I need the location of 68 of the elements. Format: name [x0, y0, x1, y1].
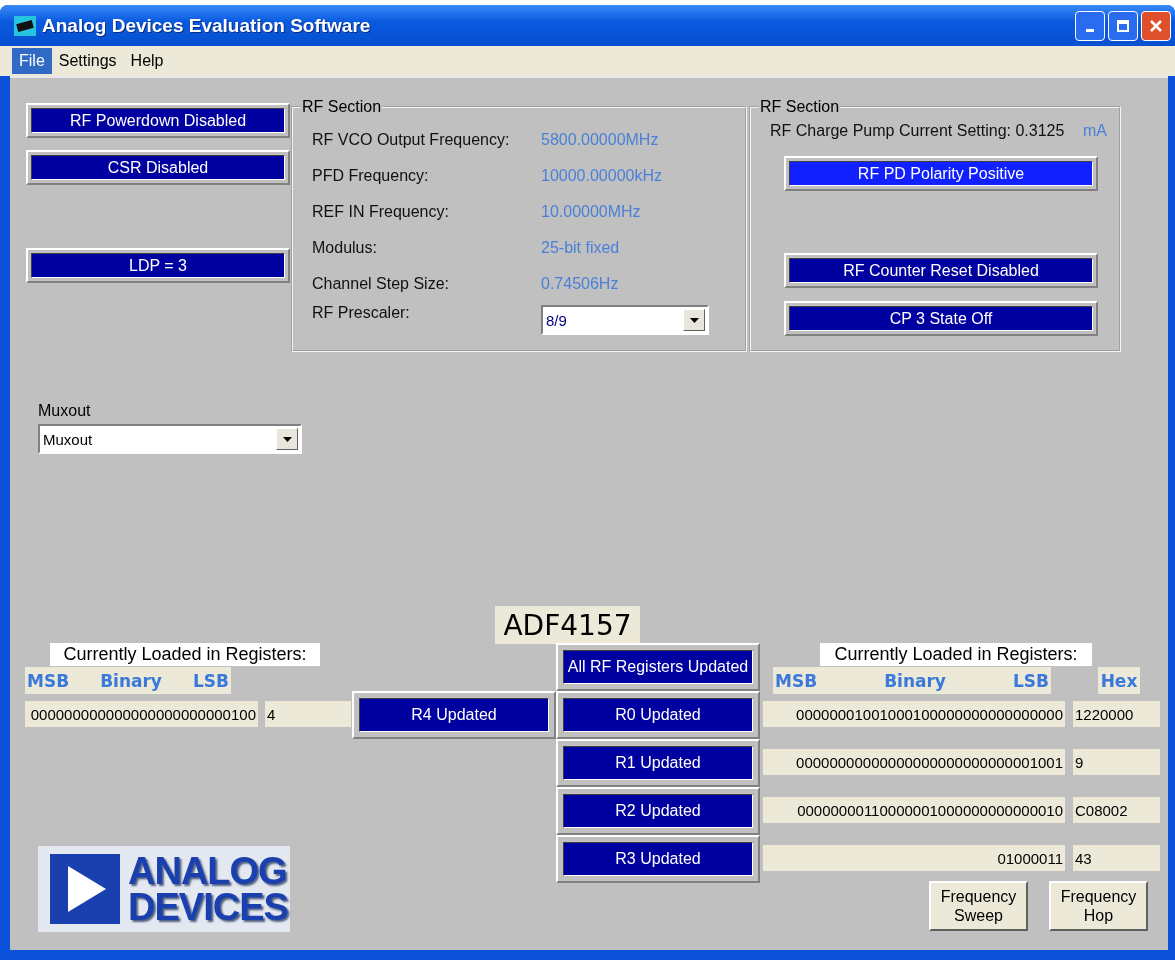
register-button[interactable]: R4 Updated	[352, 691, 556, 739]
field-value: 10.00000MHz	[541, 203, 642, 221]
register-button[interactable]: R2 Updated	[556, 787, 760, 835]
column-header: LSB	[192, 670, 229, 691]
group-title: RF Section	[759, 98, 841, 116]
action-button[interactable]: Frequency Sweep	[929, 881, 1028, 931]
binary-value: 00000001001000100000000000000000	[763, 701, 1065, 727]
maximize-button[interactable]	[1108, 10, 1138, 41]
muxout-dropdown[interactable]: Muxout	[38, 424, 302, 454]
hex-value: 4	[265, 701, 351, 727]
window-title: Analog Devices Evaluation Software	[42, 14, 372, 37]
dropdown-arrow-icon	[689, 317, 699, 323]
field-value: 10000.00000kHz	[541, 167, 663, 185]
field-label: RF Prescaler:	[312, 303, 411, 322]
device-name: ADF4157	[495, 606, 640, 644]
close-button[interactable]	[1141, 10, 1171, 41]
chip-icon	[14, 15, 36, 36]
toggle-button[interactable]: LDP = 3	[26, 248, 290, 283]
column-header: LSB	[1012, 670, 1049, 691]
field-label: Channel Step Size:	[312, 275, 450, 293]
section-title: Currently Loaded in Registers:	[50, 643, 320, 666]
minimize-button[interactable]	[1075, 10, 1105, 41]
field-label: RF VCO Output Frequency:	[312, 131, 511, 149]
column-header: MSB	[27, 670, 70, 691]
field-label: Modulus:	[312, 239, 378, 257]
dropdown-arrow-icon	[282, 436, 292, 442]
hex-value: 1220000	[1073, 701, 1160, 727]
prescaler-dropdown[interactable]: 8/9	[541, 305, 709, 335]
field-value: 0.74506Hz	[541, 275, 620, 293]
column-header: Hex	[1098, 667, 1140, 694]
toggle-button[interactable]: RF PD Polarity Positive	[784, 156, 1098, 191]
toggle-button[interactable]: RF Powerdown Disabled	[26, 103, 290, 138]
hex-value: C08002	[1073, 797, 1160, 823]
binary-value: 000000000000000000000000100	[25, 701, 258, 727]
field-value: 25-bit fixed	[541, 239, 621, 257]
group-title: RF Section	[301, 98, 383, 116]
menu-item[interactable]: Help	[123, 48, 171, 74]
hex-value: 9	[1073, 749, 1160, 775]
logo-text: ANALOG	[128, 852, 288, 889]
register-button[interactable]: All RF Registers Updated	[556, 643, 760, 691]
unit-label: mA	[1083, 122, 1107, 140]
maximize-icon	[1116, 18, 1130, 33]
menu-item[interactable]: File	[12, 48, 52, 74]
toggle-button[interactable]: CSR Disabled	[26, 150, 290, 185]
field-label: Muxout	[38, 402, 92, 420]
minimize-icon	[1086, 29, 1094, 32]
toggle-button[interactable]: CP 3 State Off	[784, 301, 1098, 336]
logo-text: DEVICES	[128, 889, 288, 926]
register-button[interactable]: R1 Updated	[556, 739, 760, 787]
menu-item[interactable]: Settings	[51, 48, 124, 74]
toggle-button[interactable]: RF Counter Reset Disabled	[784, 253, 1098, 288]
close-icon	[1149, 18, 1163, 33]
column-header: MSB	[775, 670, 818, 691]
field-value: 5800.00000MHz	[541, 131, 660, 149]
logo-icon	[50, 854, 120, 924]
hex-value: 43	[1073, 845, 1160, 871]
register-button[interactable]: R0 Updated	[556, 691, 760, 739]
field-label: PFD Frequency:	[312, 167, 430, 185]
binary-value: 01000011	[763, 845, 1065, 871]
field-label: RF Charge Pump Current Setting: 0.3125	[770, 122, 1065, 140]
column-header: Binary	[884, 670, 946, 691]
binary-value: 00000000000000000000000000001001	[763, 749, 1065, 775]
action-button[interactable]: Frequency Hop	[1049, 881, 1148, 931]
binary-value: 00000000110000001000000000000010	[763, 797, 1065, 823]
register-button[interactable]: R3 Updated	[556, 835, 760, 883]
field-label: REF IN Frequency:	[312, 203, 450, 221]
section-title: Currently Loaded in Registers:	[820, 643, 1092, 666]
column-header: Binary	[100, 670, 162, 691]
